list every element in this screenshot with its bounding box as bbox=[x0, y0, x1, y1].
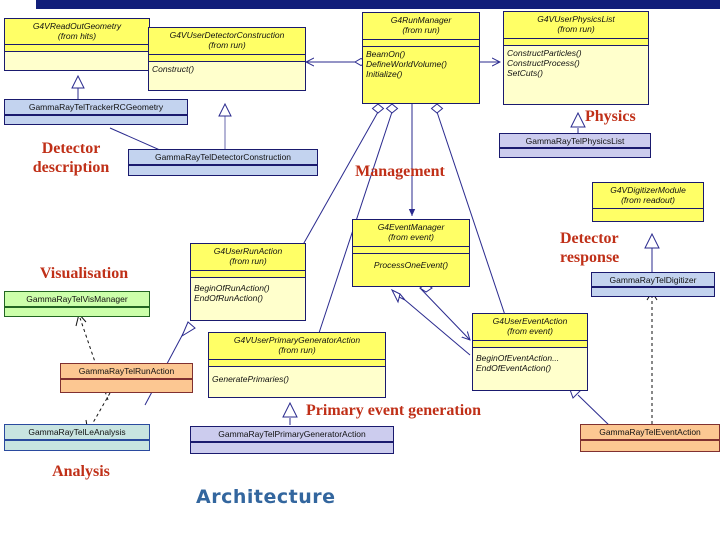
class-operations: BeginOfEventAction... EndOfEventAction() bbox=[473, 348, 587, 390]
class-operations: BeginOfRunAction() EndOfRunAction() bbox=[191, 278, 305, 320]
class-header: G4VUserPrimaryGeneratorAction (from run) bbox=[209, 333, 385, 360]
class-operations bbox=[5, 115, 187, 123]
generalization-gammaraytelprimarygenerator-userprimarygenerator bbox=[282, 401, 298, 425]
aggregation-usereventaction-eventmanager bbox=[390, 288, 471, 356]
class-header: GammaRayTelPhysicsList bbox=[500, 134, 650, 148]
caption-primary-event-generation: Primary event generation bbox=[306, 402, 482, 419]
operation: BeginOfEventAction... bbox=[476, 353, 560, 363]
generalization-physicslist-userphysicslist bbox=[570, 111, 586, 134]
operation: Initialize() bbox=[366, 69, 403, 79]
class-box-gammaraytel-leanalysis[interactable]: GammaRayTelLeAnalysis bbox=[4, 424, 150, 451]
class-box-g4runmanager[interactable]: G4RunManager (from run) BeamOn() DefineW… bbox=[362, 12, 480, 104]
class-box-g4vreadoutgeometry[interactable]: G4VReadOutGeometry (from hits) bbox=[4, 18, 150, 71]
class-attributes bbox=[363, 40, 479, 47]
class-header: GammaRayTelDetectorConstruction bbox=[129, 150, 317, 165]
class-box-g4userrunaction[interactable]: G4UserRunAction (from run) BeginOfRunAct… bbox=[190, 243, 306, 321]
class-attributes bbox=[473, 341, 587, 348]
class-operations: BeamOn() DefineWorldVolume() Initialize(… bbox=[363, 47, 479, 103]
caption-management: Management bbox=[355, 163, 445, 180]
class-header: G4UserRunAction (from run) bbox=[191, 244, 305, 271]
class-attributes bbox=[149, 55, 305, 62]
class-box-g4vuserphysicslist[interactable]: G4VUserPhysicsList (from run) ConstructP… bbox=[503, 11, 649, 105]
class-header: GammaRayTelEventAction bbox=[581, 425, 719, 440]
class-header: G4UserEventAction (from event) bbox=[473, 314, 587, 341]
caption-analysis: Analysis bbox=[52, 463, 110, 480]
class-box-g4vdigitizermodule[interactable]: G4VDigitizerModule (from readout) bbox=[592, 182, 704, 222]
class-operations bbox=[500, 148, 650, 156]
class-attributes bbox=[593, 209, 703, 221]
operation: SetCuts() bbox=[507, 68, 543, 78]
class-header: G4RunManager (from run) bbox=[363, 13, 479, 40]
class-operations: GeneratePrimaries() bbox=[209, 367, 385, 397]
class-operations bbox=[592, 287, 714, 295]
class-box-g4vuserdetectorconstruction[interactable]: G4VUserDetectorConstruction (from run) C… bbox=[148, 27, 306, 91]
class-header: GammaRayTelDigitizer bbox=[592, 273, 714, 287]
class-header: GammaRayTelTrackerRCGeometry bbox=[5, 100, 187, 115]
operation: DefineWorldVolume() bbox=[366, 59, 447, 69]
class-box-gammaraytel-runaction[interactable]: GammaRayTelRunAction bbox=[60, 363, 193, 393]
caption-physics: Physics bbox=[585, 108, 636, 125]
class-header: G4EventManager (from event) bbox=[353, 220, 469, 247]
class-box-gammaraytel-eventaction[interactable]: GammaRayTelEventAction bbox=[580, 424, 720, 452]
class-operations bbox=[5, 52, 149, 69]
class-attributes bbox=[353, 247, 469, 254]
operation: ConstructParticles() bbox=[507, 48, 582, 58]
caption-detector-description: Detector description bbox=[32, 140, 110, 176]
class-header: GammaRayTelPrimaryGeneratorAction bbox=[191, 427, 393, 442]
operation: Construct() bbox=[152, 64, 195, 74]
class-operations bbox=[61, 379, 192, 392]
class-box-g4eventmanager[interactable]: G4EventManager (from event) ProcessOneEv… bbox=[352, 219, 470, 287]
class-header: GammaRayTelVisManager bbox=[5, 292, 149, 307]
caption-visualisation: Visualisation bbox=[39, 265, 129, 282]
operation: BeginOfRunAction() bbox=[194, 283, 270, 293]
class-box-gammaraytel-trackerrcgeometry[interactable]: GammaRayTelTrackerRCGeometry bbox=[4, 99, 188, 125]
generalization-trackerrcgeometry-readoutgeometry bbox=[71, 74, 85, 100]
page-title: Architecture bbox=[196, 486, 336, 508]
aggregation-eventmanager-usereventaction bbox=[419, 283, 470, 340]
operation: BeamOn() bbox=[366, 49, 406, 59]
slide-canvas: G4VReadOutGeometry (from hits) G4VUserDe… bbox=[0, 0, 720, 540]
class-box-gammaraytel-primarygeneratoraction[interactable]: GammaRayTelPrimaryGeneratorAction bbox=[190, 426, 394, 454]
class-box-g4vuserprimarygeneratoraction[interactable]: G4VUserPrimaryGeneratorAction (from run)… bbox=[208, 332, 386, 398]
operation: GeneratePrimaries() bbox=[212, 374, 289, 384]
class-header: G4VReadOutGeometry (from hits) bbox=[5, 19, 149, 45]
class-operations bbox=[129, 165, 317, 173]
operation: EndOfRunAction() bbox=[194, 293, 263, 303]
class-box-gammaraytel-physicslist[interactable]: GammaRayTelPhysicsList bbox=[499, 133, 651, 158]
class-box-g4usereventaction[interactable]: G4UserEventAction (from event) BeginOfEv… bbox=[472, 313, 588, 391]
class-attributes bbox=[191, 271, 305, 278]
class-operations bbox=[191, 442, 393, 450]
class-header: G4VUserPhysicsList (from run) bbox=[504, 12, 648, 39]
title-bar-accent bbox=[0, 0, 36, 9]
operation: ProcessOneEvent() bbox=[373, 260, 449, 270]
class-attributes bbox=[209, 360, 385, 367]
generalization-detectorconstruction-userdetectorconstruction bbox=[218, 102, 232, 150]
class-operations: ProcessOneEvent() bbox=[353, 254, 469, 286]
class-header: G4VUserDetectorConstruction (from run) bbox=[149, 28, 305, 55]
operation: EndOfEventAction() bbox=[476, 363, 552, 373]
class-header: GammaRayTelRunAction bbox=[61, 364, 192, 379]
operation: ConstructProcess() bbox=[507, 58, 580, 68]
class-operations: Construct() bbox=[149, 62, 305, 90]
dependency-eventaction-digitizer bbox=[646, 291, 658, 430]
class-operations bbox=[5, 440, 149, 448]
class-attributes bbox=[504, 39, 648, 46]
class-operations bbox=[5, 307, 149, 315]
class-box-gammaraytel-detectorconstruction[interactable]: GammaRayTelDetectorConstruction bbox=[128, 149, 318, 176]
aggregation-runmanager-userdetectorconstruction bbox=[306, 59, 368, 66]
class-operations bbox=[581, 440, 719, 448]
caption-detector-response: Detector response bbox=[560, 230, 620, 266]
title-bar-decoration bbox=[0, 0, 720, 9]
class-box-gammaraytel-vismanager[interactable]: GammaRayTelVisManager bbox=[4, 291, 150, 317]
class-header: G4VDigitizerModule (from readout) bbox=[593, 183, 703, 209]
class-operations: ConstructParticles() ConstructProcess() … bbox=[504, 46, 648, 104]
class-attributes bbox=[5, 45, 149, 52]
class-box-gammaraytel-digitizer[interactable]: GammaRayTelDigitizer bbox=[591, 272, 715, 297]
class-header: GammaRayTelLeAnalysis bbox=[5, 425, 149, 440]
